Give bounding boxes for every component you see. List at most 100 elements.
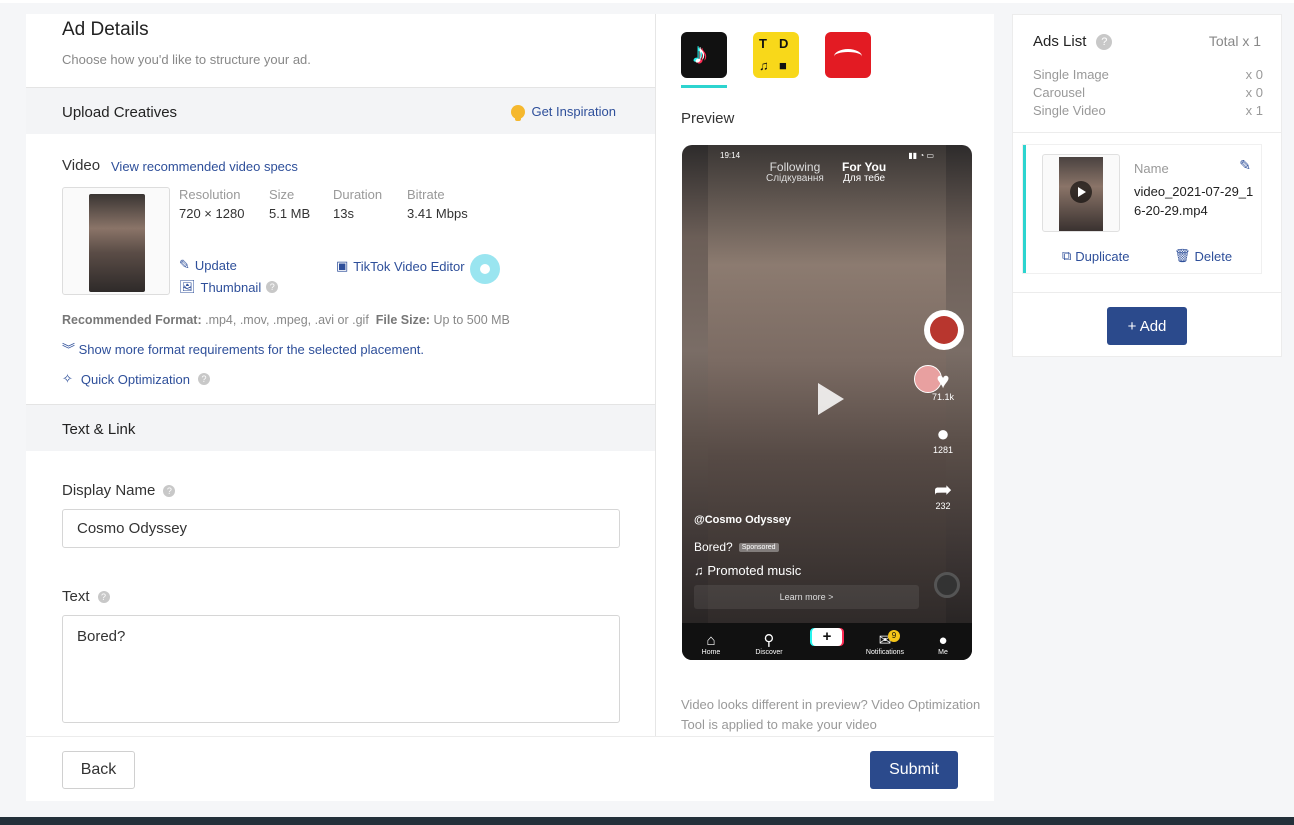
add-ad-button[interactable]: + Add: [1107, 307, 1187, 345]
phone-preview: 19:14 ▮▮ ◔ ▭ Following Слідкування For Y…: [682, 145, 972, 660]
tiktok-video-editor-button[interactable]: ▣ TikTok Video Editor: [336, 258, 465, 274]
ads-count-carousel: Carousel x 0: [1033, 85, 1263, 100]
get-inspiration-link[interactable]: Get Inspiration: [511, 104, 616, 121]
top-line: [0, 0, 1294, 3]
learn-more-bar: Learn more >: [694, 585, 919, 609]
text-label: Text ?: [62, 588, 110, 605]
ad-text-input[interactable]: Bored?: [62, 615, 620, 723]
duplicate-button[interactable]: ⧉ Duplicate: [1062, 248, 1130, 264]
tiktok-platform-icon[interactable]: [681, 32, 727, 78]
delete-button[interactable]: 🗑 Delete: [1174, 248, 1232, 264]
search-icon: ⚲: [763, 631, 775, 649]
music-disc-icon: [934, 572, 960, 598]
display-name-input[interactable]: [62, 509, 620, 548]
bottom-action-bar: Back Submit: [26, 736, 994, 801]
thumbnail-button[interactable]: 🖼 Thumbnail ?: [179, 279, 279, 295]
comment-icon: ●: [936, 421, 950, 446]
status-time: 19:14: [720, 151, 741, 160]
music-note-icon: ♫: [694, 563, 704, 578]
share-count: ➦ 232: [928, 477, 958, 512]
ads-count-single-image: Single Image x 0: [1033, 67, 1263, 82]
lightbulb-icon: [511, 104, 526, 121]
meta-resolution: Resolution 720 × 1280: [179, 187, 245, 221]
meta-duration: Duration 13s: [333, 187, 383, 221]
ads-list-panel: Ads List ? Total x 1 Single Image x 0 Car…: [1012, 14, 1282, 357]
meta-size: Size 5.1 MB: [269, 187, 311, 221]
ads-list-title: Ads List ?: [1033, 33, 1113, 50]
buzzvideo-platform-icon[interactable]: TD ♫ ■: [753, 32, 799, 78]
person-icon: ●: [938, 631, 948, 649]
upload-creatives-header: Upload Creatives Get Inspiration: [26, 87, 655, 134]
video-specs-link[interactable]: View recommended video specs: [111, 159, 298, 174]
image-icon: 🖼: [179, 279, 196, 294]
sparkle-icon: ✧: [62, 371, 73, 386]
duplicate-icon: ⧉: [1062, 248, 1072, 263]
plus-icon: +: [812, 628, 842, 646]
ad-details-panel: Ad Details Choose how you'd like to stru…: [26, 14, 656, 736]
show-more-requirements-link[interactable]: ︾ Show more format requirements for the …: [62, 339, 424, 358]
pencil-icon: ✎: [179, 257, 190, 272]
format-info: Recommended Format: .mp4, .mov, .mpeg, .…: [62, 313, 510, 327]
ad-details-subtitle: Choose how you'd like to structure your …: [62, 52, 311, 67]
cursor-indicator: [470, 254, 500, 284]
back-button[interactable]: Back: [62, 751, 135, 789]
preview-caption: Bored? Sponsored: [694, 540, 779, 554]
heart-icon: ♥: [936, 368, 950, 393]
home-icon: ⌂: [706, 631, 716, 649]
preview-music: ♫ Promoted music: [694, 563, 802, 578]
ad-name-label: Name: [1134, 161, 1169, 176]
nav-discover: ⚲ Discover: [744, 631, 794, 656]
submit-button[interactable]: Submit: [870, 751, 958, 789]
video-thumbnail[interactable]: [62, 187, 170, 295]
nav-me: ● Me: [918, 631, 968, 656]
selected-platform-underline: [681, 85, 727, 88]
sponsored-badge: Sponsored: [738, 542, 779, 552]
update-button[interactable]: ✎ Update: [179, 257, 237, 273]
footer-strip: [0, 817, 1294, 825]
play-icon: [1070, 181, 1092, 203]
ad-item-thumbnail: [1042, 154, 1120, 232]
upload-creatives-title: Upload Creatives: [62, 104, 178, 121]
display-name-label: Display Name ?: [62, 482, 176, 499]
ads-count-single-video: Single Video x 1: [1033, 103, 1263, 118]
divider: [1013, 132, 1281, 133]
video-frame-image: [89, 194, 145, 292]
preview-label: Preview: [681, 110, 735, 127]
nav-notifications: ✉ 9 Notifications: [860, 629, 910, 656]
text-link-title: Text & Link: [62, 421, 136, 438]
trash-icon: 🗑: [1174, 248, 1191, 263]
like-count: ♥ 71.1k: [928, 368, 958, 403]
help-icon[interactable]: ?: [266, 281, 279, 293]
status-icons: ▮▮ ◔ ▭: [908, 151, 934, 160]
tab-following: Following Слідкування: [766, 160, 824, 184]
preview-nav-bar: ⌂ Home ⚲ Discover + ✉ 9 Notifications ● Me: [682, 623, 972, 660]
nav-create: +: [802, 628, 852, 656]
ad-details-title: Ad Details: [62, 19, 149, 40]
quick-optimization[interactable]: ✧ Quick Optimization ?: [62, 371, 210, 387]
help-icon[interactable]: ?: [198, 373, 210, 385]
video-label: Video: [62, 157, 101, 174]
edit-icon[interactable]: ✎: [1239, 157, 1251, 174]
share-icon: ➦: [933, 477, 953, 502]
comment-count: ● 1281: [928, 421, 958, 456]
ad-item-card[interactable]: Name ✎ video_2021-07-29_16-20-29.mp4 ⧉ D…: [1023, 145, 1261, 273]
inbox-icon: ✉: [878, 631, 892, 649]
preview-note: Video looks different in preview? Video …: [681, 697, 981, 732]
film-icon: ▣: [336, 258, 349, 273]
tab-for-you: For You Для тебе: [842, 160, 887, 184]
text-link-header: Text & Link: [26, 404, 655, 451]
pangle-platform-icon[interactable]: [825, 32, 871, 78]
notification-badge: 9: [888, 629, 900, 642]
meta-bitrate: Bitrate 3.41 Mbps: [407, 187, 468, 221]
preview-panel: TD ♫■ Preview 19:14 ▮▮ ◔ ▭ Following Слі…: [656, 14, 994, 736]
divider: [1013, 292, 1281, 293]
play-icon: [812, 363, 858, 443]
chevron-down-icon: ︾: [62, 342, 76, 357]
help-icon[interactable]: ?: [163, 484, 176, 497]
ad-name-value: video_2021-07-29_16-20-29.mp4: [1134, 184, 1254, 218]
nav-home: ⌂ Home: [686, 631, 736, 656]
help-icon[interactable]: ?: [97, 590, 110, 603]
profile-disc: [924, 310, 964, 350]
preview-handle: @Cosmo Odyssey: [694, 514, 791, 526]
help-icon[interactable]: ?: [1096, 33, 1113, 50]
